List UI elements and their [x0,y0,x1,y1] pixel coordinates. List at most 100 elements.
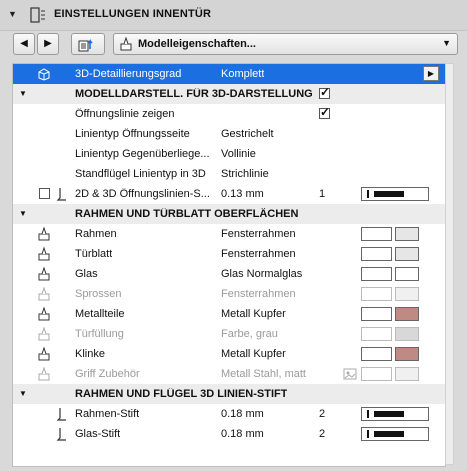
row-value: Metall Kupfer [221,348,286,360]
pen-icon [56,428,66,441]
surface-swatch [361,287,392,301]
paintbrush-icon [38,287,50,301]
pen-number: 2 [319,408,326,420]
row-fixed-leaf-linetype[interactable]: Standflügel Linientyp in 3D Strichlinie [13,164,445,184]
row-label: Türblatt [75,248,113,260]
row-surface-tuerblatt[interactable]: Türblatt Fensterrahmen [13,244,445,264]
paintbrush-icon [38,267,50,281]
collapse-triangle-icon[interactable]: ▼ [19,89,27,98]
row-opening-line[interactable]: Öffnungslinie zeigen [13,104,445,124]
panel-header[interactable]: ▼ EINSTELLUNGEN INNENTÜR [0,0,467,31]
row-glas-pen[interactable]: Glas-Stift 0.18 mm 2 [13,424,445,444]
row-surface-glas[interactable]: Glas Glas Normalglas [13,264,445,284]
row-surface-metall[interactable]: Metallteile Metall Kupfer [13,304,445,324]
row-label: Griff Zubehör [75,368,140,380]
pen-sample[interactable] [361,187,429,201]
link-checkbox[interactable] [39,188,50,199]
row-label: Öffnungslinie zeigen [75,108,175,120]
row-label: Metallteile [75,308,125,320]
row-label: Rahmen-Stift [75,408,140,420]
paintbrush-icon [38,307,50,321]
surface-swatch[interactable] [361,347,392,361]
settings-tree: 3D-Detaillierungsgrad Komplett ▶ ▼ MODEL… [12,63,446,467]
row-rahmen-pen[interactable]: Rahmen-Stift 0.18 mm 2 [13,404,445,424]
chevron-down-icon: ▼ [442,38,451,48]
section-model-display[interactable]: ▼ MODELLDARSTELL. FÜR 3D-DARSTELLUNG Ü..… [13,84,445,104]
row-label: 2D & 3D Öffnungslinien-S... [75,188,210,200]
model-properties-button[interactable]: Modelleigenschaften... ▼ [113,33,458,55]
vertical-scrollbar[interactable] [445,63,454,465]
surface-color-swatch[interactable] [395,247,419,261]
section-surfaces[interactable]: ▼ RAHMEN UND TÜRBLATT OBERFLÄCHEN [13,204,445,224]
row-opening-line-pen[interactable]: 2D & 3D Öffnungslinien-S... 0.13 mm 1 [13,184,445,204]
row-label: 3D-Detaillierungsgrad [75,68,182,80]
right-arrow-icon: ▶ [44,38,52,49]
panel-title: EINSTELLUNGEN INNENTÜR [54,8,212,20]
paintbrush-icon [120,37,132,51]
surface-color-swatch[interactable] [395,227,419,241]
surface-swatch[interactable] [361,307,392,321]
collapse-triangle-icon[interactable]: ▼ [19,209,27,218]
toolbar: ◀ ▶ Modelleigenschaften... ▼ [13,33,458,57]
row-linetype-opening[interactable]: Linientyp Öffnungsseite Gestrichelt [13,124,445,144]
surface-color-swatch [395,287,419,301]
paintbrush-icon [38,327,50,341]
row-surface-klinke[interactable]: Klinke Metall Kupfer [13,344,445,364]
transfer-arrow-icon [78,39,93,52]
previous-button[interactable]: ◀ [13,33,35,55]
surface-swatch[interactable] [361,227,392,241]
row-label: Linientyp Öffnungsseite [75,128,190,140]
row-surface-fuellung: Türfüllung Farbe, grau [13,324,445,344]
row-label: Linientyp Gegenüberliege... [75,148,210,160]
row-value: Fensterrahmen [221,288,296,300]
model-properties-label: Modelleigenschaften... [138,38,256,50]
row-3d-detail-level[interactable]: 3D-Detaillierungsgrad Komplett ▶ [13,64,445,84]
row-surface-rahmen[interactable]: Rahmen Fensterrahmen [13,224,445,244]
section-checkbox[interactable] [319,85,330,99]
row-label: Rahmen [75,228,117,240]
row-linetype-opposite[interactable]: Linientyp Gegenüberliege... Vollinie [13,144,445,164]
row-label: Sprossen [75,288,122,300]
row-label: Standflügel Linientyp in 3D [75,168,206,180]
paintbrush-icon [38,227,50,241]
row-value: Strichlinie [221,168,269,180]
row-value: Fensterrahmen [221,248,296,260]
surface-color-swatch[interactable] [395,347,419,361]
surface-swatch [361,367,392,381]
surface-color-swatch [395,367,419,381]
pen-sample[interactable] [361,427,429,441]
row-surface-griff: Griff Zubehör Metall Stahl, matt [13,364,445,384]
row-value: Metall Stahl, matt [221,368,306,380]
next-button[interactable]: ▶ [37,33,59,55]
surface-color-swatch[interactable] [395,307,419,321]
row-value: Glas Normalglas [221,268,303,280]
row-label: Glas-Stift [75,428,121,440]
surface-swatch [361,327,392,341]
row-value: Farbe, grau [221,328,278,340]
section-line-pens[interactable]: ▼ RAHMEN UND FLÜGEL 3D LINIEN-STIFT [13,384,445,404]
section-label: RAHMEN UND TÜRBLATT OBERFLÄCHEN [75,208,299,220]
row-value: Gestrichelt [221,128,274,140]
paintbrush-icon [38,247,50,261]
pen-number: 2 [319,428,326,440]
image-icon [343,368,357,380]
left-arrow-icon: ◀ [20,38,28,49]
pen-icon [56,408,66,421]
section-label: RAHMEN UND FLÜGEL 3D LINIEN-STIFT [75,388,288,400]
collapse-triangle-icon[interactable]: ▼ [8,9,17,19]
row-value: Komplett [221,68,265,80]
paintbrush-icon [38,367,50,381]
pen-number: 1 [319,188,326,200]
dropdown-arrow-icon[interactable]: ▶ [423,66,439,81]
transfer-settings-button[interactable] [71,33,105,55]
surface-swatch[interactable] [361,247,392,261]
opening-line-checkbox[interactable] [319,105,330,119]
collapse-triangle-icon[interactable]: ▼ [19,389,27,398]
surface-color-swatch[interactable] [395,267,419,281]
pen-sample[interactable] [361,407,429,421]
row-value: 0.13 mm [221,188,264,200]
surface-swatch[interactable] [361,267,392,281]
paintbrush-icon [38,347,50,361]
cube-icon [38,68,50,81]
row-value: Metall Kupfer [221,308,286,320]
